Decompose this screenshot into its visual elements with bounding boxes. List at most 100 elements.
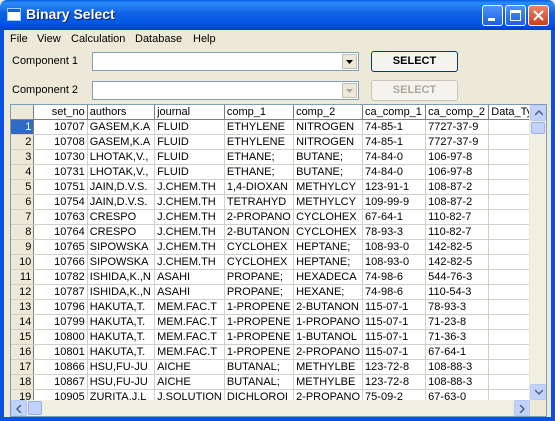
cell-journal[interactable]: ASAHI: [154, 284, 225, 300]
cell-ca-comp-1[interactable]: 115-07-1: [362, 344, 427, 360]
row-number-cell[interactable]: 6: [11, 194, 35, 210]
minimize-button[interactable]: [482, 5, 503, 26]
cell-comp-2[interactable]: HEPTANE;: [293, 254, 364, 270]
cell-comp-2[interactable]: METHYLCY: [293, 179, 364, 195]
cell-set-no[interactable]: 10764: [33, 224, 88, 240]
cell-comp-2[interactable]: 1-PROPANO: [293, 314, 364, 330]
column-header[interactable]: comp_2: [293, 105, 364, 120]
cell-comp-1[interactable]: PROPANE;: [224, 269, 295, 285]
cell-ca-comp-1[interactable]: 123-72-8: [362, 374, 427, 390]
cell-comp-1[interactable]: BUTANAL;: [224, 374, 295, 390]
cell-set-no[interactable]: 10763: [33, 209, 88, 225]
cell-ca-comp-1[interactable]: 74-98-6: [362, 284, 427, 300]
cell-ca-comp-2[interactable]: 7727-37-9: [425, 134, 490, 150]
table-row[interactable]: 9 10765 SIPOWSKA J.CHEM.TH CYCLOHEX HEPTANE; 1…: [11, 239, 546, 255]
cell-comp-2[interactable]: HEXANE;: [293, 284, 364, 300]
cell-comp-2[interactable]: METHYLBE: [293, 359, 364, 375]
cell-comp-1[interactable]: 1-PROPENE: [224, 344, 295, 360]
table-row[interactable]: 2 10708 GASEM,K.A FLUID ETHYLENE NITROGEN 74-8…: [11, 134, 546, 150]
cell-journal[interactable]: J.CHEM.TH: [154, 179, 225, 195]
row-number-cell[interactable]: 8: [11, 224, 35, 240]
table-row[interactable]: 1 10707 GASEM,K.A FLUID ETHYLENE NITROGEN 74-8…: [11, 119, 546, 135]
cell-ca-comp-1[interactable]: 115-07-1: [362, 314, 427, 330]
table-row[interactable]: 3 10730 LHOTAK,V., FLUID ETHANE; BUTANE; 74-84…: [11, 149, 546, 165]
cell-comp-1[interactable]: PROPANE;: [224, 284, 295, 300]
menu-help[interactable]: Help: [193, 33, 216, 45]
cell-journal[interactable]: ASAHI: [154, 269, 225, 285]
cell-ca-comp-2[interactable]: 106-97-8: [425, 149, 490, 165]
cell-ca-comp-2[interactable]: 110-82-7: [425, 224, 490, 240]
cell-authors[interactable]: SIPOWSKA: [87, 239, 156, 255]
cell-ca-comp-1[interactable]: 123-72-8: [362, 359, 427, 375]
table-row[interactable]: 13 10796 HAKUTA,T. MEM.FAC.T 1-PROPENE 2-BUTA…: [11, 299, 546, 315]
cell-ca-comp-1[interactable]: 123-91-1: [362, 179, 427, 195]
table-row[interactable]: 6 10754 JAIN,D.V.S. J.CHEM.TH TETRAHYD METHYL…: [11, 194, 546, 210]
scroll-down-button[interactable]: [530, 384, 546, 400]
menu-view[interactable]: View: [37, 33, 61, 45]
cell-authors[interactable]: HAKUTA,T.: [87, 329, 156, 345]
cell-comp-1[interactable]: 1-PROPENE: [224, 299, 295, 315]
cell-comp-2[interactable]: 2-PROPANO: [293, 344, 364, 360]
cell-ca-comp-2[interactable]: 544-76-3: [425, 269, 490, 285]
cell-comp-1[interactable]: ETHYLENE: [224, 119, 295, 135]
cell-ca-comp-2[interactable]: 108-87-2: [425, 179, 490, 195]
cell-ca-comp-2[interactable]: 67-64-1: [425, 344, 490, 360]
cell-comp-1[interactable]: ETHANE;: [224, 164, 295, 180]
maximize-button[interactable]: [505, 5, 526, 26]
row-number-cell[interactable]: 15: [11, 329, 35, 345]
row-number-cell[interactable]: 10: [11, 254, 35, 270]
component-1-dropdown-button[interactable]: [342, 54, 357, 69]
cell-comp-1[interactable]: TETRAHYD: [224, 194, 295, 210]
cell-set-no[interactable]: 10796: [33, 299, 88, 315]
row-number-cell[interactable]: 7: [11, 209, 35, 225]
cell-journal[interactable]: FLUID: [154, 134, 225, 150]
cell-authors[interactable]: JAIN,D.V.S.: [87, 179, 156, 195]
table-corner-cell[interactable]: [11, 105, 35, 120]
horizontal-scrollbar[interactable]: [11, 400, 530, 416]
cell-ca-comp-2[interactable]: 108-88-3: [425, 374, 490, 390]
results-grid[interactable]: set_no authors journal comp_1 comp_2 ca_…: [10, 104, 547, 417]
cell-authors[interactable]: HSU,FU-JU: [87, 359, 156, 375]
cell-set-no[interactable]: 10766: [33, 254, 88, 270]
cell-comp-2[interactable]: NITROGEN: [293, 134, 364, 150]
cell-journal[interactable]: J.CHEM.TH: [154, 224, 225, 240]
cell-comp-1[interactable]: BUTANAL;: [224, 359, 295, 375]
cell-set-no[interactable]: 10754: [33, 194, 88, 210]
cell-ca-comp-2[interactable]: 71-23-8: [425, 314, 490, 330]
cell-comp-2[interactable]: HEPTANE;: [293, 239, 364, 255]
table-row[interactable]: 7 10763 CRESPO J.CHEM.TH 2-PROPANO CYCLOHEX 67…: [11, 209, 546, 225]
cell-ca-comp-2[interactable]: 71-36-3: [425, 329, 490, 345]
column-header[interactable]: authors: [87, 105, 156, 120]
cell-set-no[interactable]: 10765: [33, 239, 88, 255]
cell-comp-1[interactable]: 2-BUTANON: [224, 224, 295, 240]
cell-comp-2[interactable]: METHYLCY: [293, 194, 364, 210]
component-2-dropdown-button[interactable]: [342, 83, 357, 98]
table-row[interactable]: 5 10751 JAIN,D.V.S. J.CHEM.TH 1,4-DIOXAN METH…: [11, 179, 546, 195]
cell-comp-1[interactable]: 1-PROPENE: [224, 314, 295, 330]
component-2-combo[interactable]: [92, 81, 359, 100]
scroll-up-button[interactable]: [530, 105, 546, 121]
table-row[interactable]: 12 10787 ISHIDA,K.,N ASAHI PROPANE; HEXANE; 74…: [11, 284, 546, 300]
row-number-cell[interactable]: 12: [11, 284, 35, 300]
row-number-cell[interactable]: 13: [11, 299, 35, 315]
cell-ca-comp-1[interactable]: 74-85-1: [362, 119, 427, 135]
cell-journal[interactable]: J.CHEM.TH: [154, 254, 225, 270]
cell-journal[interactable]: AICHE: [154, 359, 225, 375]
cell-ca-comp-2[interactable]: 7727-37-9: [425, 119, 490, 135]
vertical-scrollbar[interactable]: [529, 105, 546, 400]
cell-journal[interactable]: MEM.FAC.T: [154, 299, 225, 315]
cell-set-no[interactable]: 10800: [33, 329, 88, 345]
cell-comp-2[interactable]: HEXADECA: [293, 269, 364, 285]
column-header[interactable]: set_no: [33, 105, 88, 120]
cell-comp-1[interactable]: CYCLOHEX: [224, 239, 295, 255]
cell-journal[interactable]: MEM.FAC.T: [154, 344, 225, 360]
select-component-2-button[interactable]: SELECT: [371, 80, 458, 101]
cell-authors[interactable]: HAKUTA,T.: [87, 344, 156, 360]
cell-comp-2[interactable]: BUTANE;: [293, 149, 364, 165]
cell-ca-comp-1[interactable]: 115-07-1: [362, 299, 427, 315]
cell-authors[interactable]: HAKUTA,T.: [87, 314, 156, 330]
cell-ca-comp-1[interactable]: 108-93-0: [362, 239, 427, 255]
cell-ca-comp-1[interactable]: 115-07-1: [362, 329, 427, 345]
row-number-cell[interactable]: 1: [11, 119, 35, 135]
cell-set-no[interactable]: 10787: [33, 284, 88, 300]
